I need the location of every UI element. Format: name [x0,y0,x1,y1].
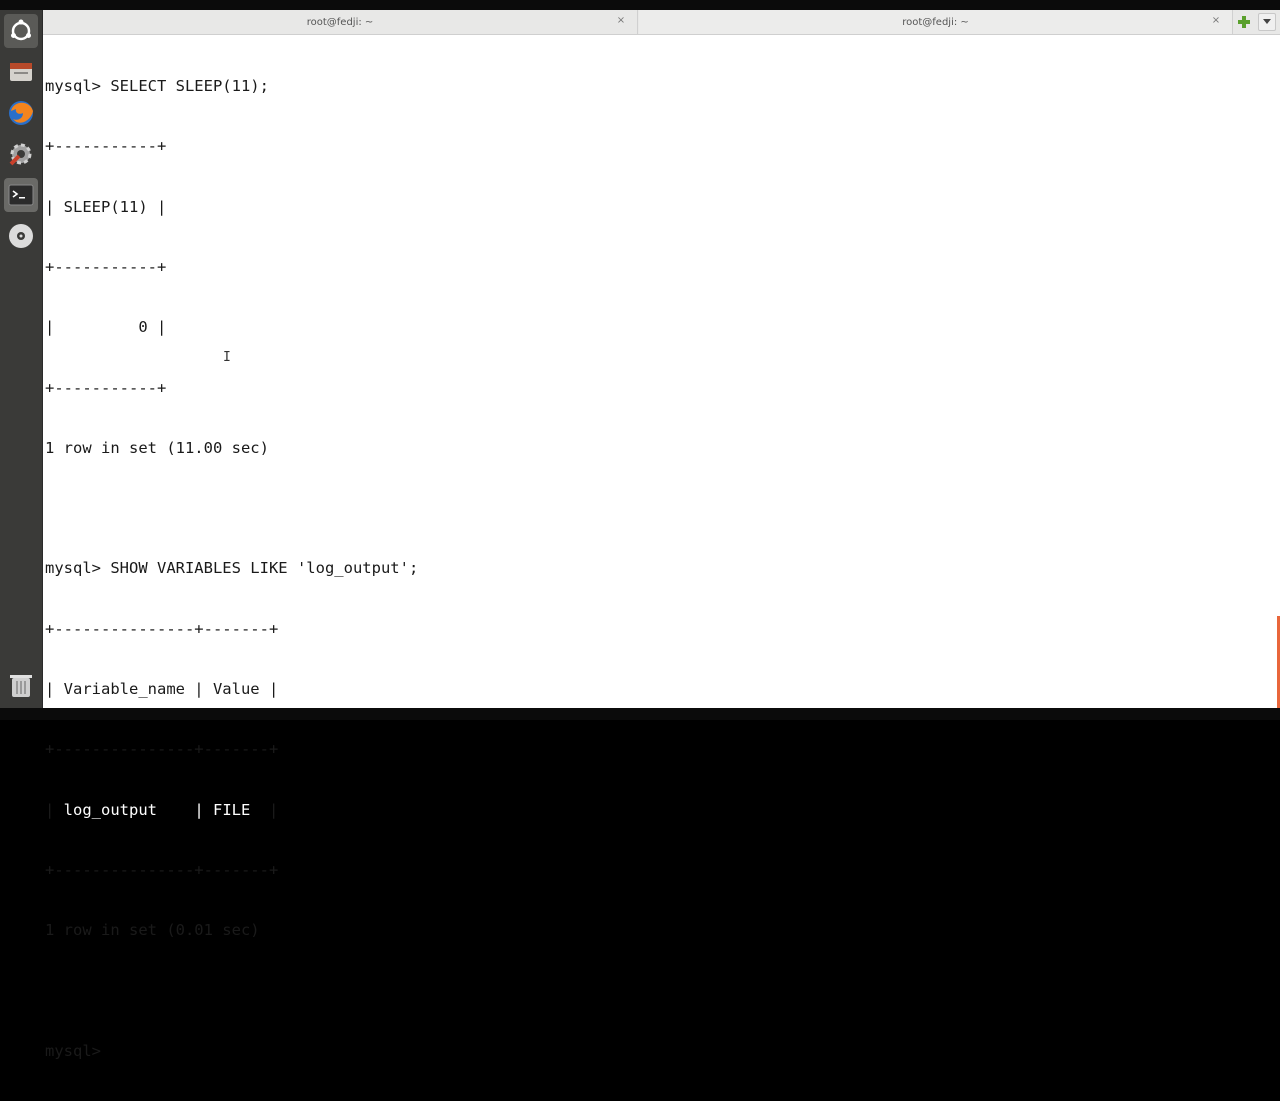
terminal-line: mysql> SHOW VARIABLES LIKE 'log_output'; [45,559,419,578]
row-suffix: | [259,800,279,819]
system-settings-icon[interactable] [4,137,38,171]
cell-variable-name: log_output [63,800,185,819]
terminal-line: 1 row in set (0.01 sec) [45,921,260,940]
tab-title: root@fedji: ~ [306,16,374,28]
cell-value: FILE [213,800,260,819]
terminal-line: mysql> SELECT SLEEP(11); [45,77,269,96]
chevron-down-icon [1263,19,1271,24]
terminal-line: +-----------+ [45,258,167,277]
tab-menu-button[interactable] [1258,13,1276,31]
tab-terminal-2[interactable]: root@fedji: ~ × [639,10,1233,34]
new-tab-button[interactable] [1235,13,1253,31]
tab-terminal-1[interactable]: root@fedji: ~ × [43,10,638,34]
terminal-line: +---------------+-------+ [45,740,279,759]
files-icon[interactable] [4,55,38,89]
terminal-line: +---------------+-------+ [45,619,279,638]
row-prefix: | [45,800,64,819]
prompt-line[interactable]: mysql> [45,1041,1277,1061]
terminal-line: 1 row in set (11.00 sec) [45,438,269,457]
close-icon[interactable]: × [1210,15,1222,26]
terminal-line: +---------------+-------+ [45,860,279,879]
prompt: mysql> [45,1041,111,1060]
plus-icon [1238,16,1250,28]
terminal-line: | SLEEP(11) | [45,197,167,216]
terminal-line: | Variable_name | Value | [45,680,279,698]
trash-icon[interactable] [4,668,38,702]
terminal-line: | 0 | [45,318,167,337]
terminal-line: +-----------+ [45,378,167,397]
terminal-line: +-----------+ [45,137,167,156]
terminal-output[interactable]: mysql> SELECT SLEEP(11); +-----------+ |… [43,36,1277,1060]
ubuntu-logo-icon[interactable] [4,14,38,48]
bottom-bar [0,708,1280,720]
cell-separator: | [185,800,213,819]
ibeam-cursor-icon: I [223,350,231,365]
dvd-icon[interactable] [4,219,38,253]
terminal-icon[interactable] [4,178,38,212]
text-cursor [110,1041,120,1060]
terminal-window: root@fedji: ~ × root@fedji: ~ × mysql> S… [43,10,1280,1060]
terminal-line-selected-row: | log_output | FILE | [45,800,1277,820]
top-bar [0,0,1280,10]
close-icon[interactable]: × [615,15,627,26]
launcher [0,10,43,710]
firefox-icon[interactable] [4,96,38,130]
tab-bar: root@fedji: ~ × root@fedji: ~ × [43,10,1280,35]
selected-text: log_output | FILE [63,800,260,819]
scrollbar[interactable] [1275,36,1280,708]
tab-title: root@fedji: ~ [902,16,969,28]
